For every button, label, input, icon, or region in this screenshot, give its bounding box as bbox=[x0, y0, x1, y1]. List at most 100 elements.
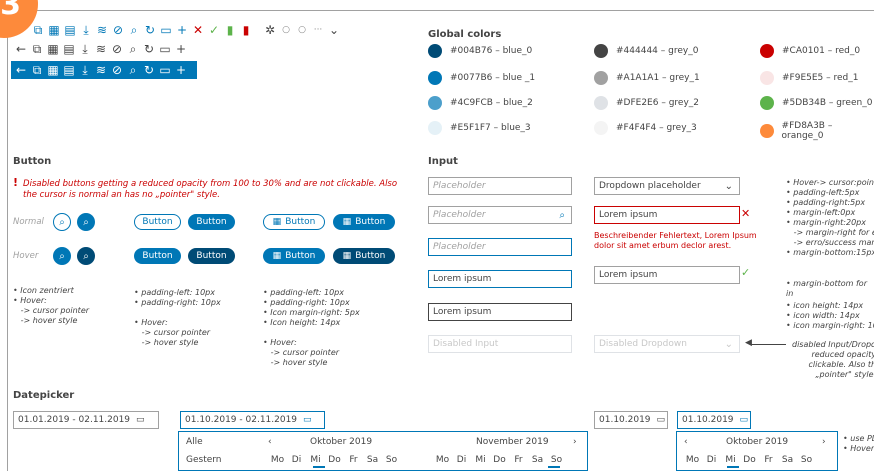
calendar-icon[interactable]: ▭ bbox=[136, 415, 145, 425]
calendar-icon[interactable]: ▭ bbox=[303, 415, 312, 425]
check-icon[interactable]: ✓ bbox=[206, 22, 222, 38]
refresh-icon[interactable]: ↻ bbox=[141, 41, 157, 57]
grid-icon[interactable]: ▦ bbox=[46, 22, 62, 38]
swatch-label: #A1A1A1 – grey_1 bbox=[616, 73, 700, 83]
search-input-placeholder[interactable]: Placeholder ⌕ bbox=[428, 206, 572, 224]
search-icon[interactable]: ⌕ bbox=[559, 210, 565, 221]
calendar-icon[interactable]: ▭ bbox=[157, 41, 173, 57]
note-line: -> cursor pointer bbox=[263, 348, 340, 357]
swatch-label: #5DB34B – green_0 bbox=[782, 98, 873, 108]
weekday-label: Di bbox=[456, 455, 467, 465]
preset-alle[interactable]: Alle bbox=[186, 437, 203, 447]
prev-month-icon-single[interactable]: ‹ bbox=[684, 437, 688, 447]
note-line: clickable. Also th bbox=[808, 360, 874, 369]
search-icon[interactable]: ⌕ bbox=[125, 62, 141, 78]
search-icon-button-outline[interactable]: ⌕ bbox=[53, 213, 71, 231]
error-text: Beschreibender Fehlertext, Lorem Ipsum do… bbox=[594, 231, 757, 250]
input-section-title: Input bbox=[428, 156, 458, 167]
radio-off-icon-2[interactable]: ○ bbox=[294, 22, 310, 38]
text-button-filled[interactable]: Button bbox=[188, 214, 235, 230]
refresh-icon[interactable]: ↻ bbox=[141, 62, 157, 78]
filter-icon[interactable]: ≋ bbox=[94, 22, 110, 38]
weekday-label: Di bbox=[291, 455, 302, 465]
grid-icon[interactable]: ▦ bbox=[45, 62, 61, 78]
text-button-outline[interactable]: Button bbox=[134, 214, 181, 230]
document-icon[interactable]: ▤ bbox=[61, 62, 77, 78]
input-placeholder[interactable]: Placeholder bbox=[428, 177, 572, 195]
close-icon[interactable]: ✕ bbox=[190, 22, 206, 38]
plus-icon[interactable]: + bbox=[173, 41, 189, 57]
calendar-icon[interactable]: ▭ bbox=[740, 415, 749, 425]
weekday-label: Mo bbox=[270, 455, 285, 465]
calendar-icon[interactable]: ▭ bbox=[657, 415, 666, 425]
weekday-label: So bbox=[385, 455, 398, 465]
input-success[interactable]: Lorem ipsum bbox=[594, 266, 740, 284]
filter-icon[interactable]: ≋ bbox=[93, 62, 109, 78]
copy-icon[interactable]: ⧉ bbox=[29, 41, 45, 57]
next-month-icon[interactable]: › bbox=[573, 437, 577, 447]
date-input[interactable]: 01.10.2019 ▭ bbox=[594, 411, 668, 429]
input-focused-value[interactable]: Lorem ipsum bbox=[428, 270, 572, 288]
search-icon-button-hover[interactable]: ⌕ bbox=[53, 247, 71, 265]
note-line: • Hover: bbox=[263, 338, 297, 347]
weekday-label: Fr bbox=[349, 455, 358, 465]
search-icon[interactable]: ⌕ bbox=[126, 22, 142, 38]
text-button-filled-hover[interactable]: Button bbox=[188, 248, 235, 264]
block-icon[interactable]: ⊘ bbox=[109, 62, 125, 78]
filter-icon[interactable]: ≋ bbox=[93, 41, 109, 57]
next-month-icon-single[interactable]: › bbox=[822, 437, 826, 447]
note-line: • use PL bbox=[843, 434, 874, 443]
plus-icon[interactable]: + bbox=[174, 22, 190, 38]
radio-off-icon[interactable]: ○ bbox=[278, 22, 294, 38]
download-icon[interactable]: ⤓ bbox=[77, 41, 93, 57]
note-line: • icon width: 14px bbox=[786, 311, 860, 320]
chevron-down-icon[interactable]: ⌄ bbox=[326, 22, 342, 38]
document-icon[interactable]: ▤ bbox=[62, 22, 78, 38]
text-button-outline-hover[interactable]: Button bbox=[134, 248, 181, 264]
calendar-icon[interactable]: ▭ bbox=[157, 62, 173, 78]
input-value[interactable]: Lorem ipsum bbox=[428, 303, 572, 321]
download-icon[interactable]: ⤓ bbox=[77, 62, 93, 78]
calendar-icon[interactable]: ▭ bbox=[158, 22, 174, 38]
search-icon[interactable]: ⌕ bbox=[125, 41, 141, 57]
search-icon-button-filled[interactable]: ⌕ bbox=[77, 213, 95, 231]
icon-text-button-outline-hover[interactable]: ▦ Button bbox=[263, 248, 325, 264]
dropdown-placeholder[interactable]: Dropdown placeholder ⌄ bbox=[594, 177, 740, 195]
datepicker-notes: • use PL • Hover- bbox=[843, 434, 874, 454]
note-line bbox=[134, 308, 221, 318]
search-icon-button-filled-hover[interactable]: ⌕ bbox=[77, 247, 95, 265]
daterange-input-open[interactable]: 01.10.2019 - 02.11.2019 ▭ bbox=[180, 411, 325, 429]
prev-month-icon[interactable]: ‹ bbox=[268, 437, 272, 447]
grid-icon: ▦ bbox=[272, 217, 282, 227]
copy-icon[interactable]: ⧉ bbox=[29, 62, 45, 78]
grid-icon[interactable]: ▦ bbox=[45, 41, 61, 57]
copy-icon[interactable]: ⧉ bbox=[30, 22, 46, 38]
gear-icon[interactable]: ✲ bbox=[262, 22, 278, 38]
refresh-icon[interactable]: ↻ bbox=[142, 22, 158, 38]
icon-text-button-filled[interactable]: ▦ Button bbox=[333, 214, 395, 230]
datepicker-section-title: Datepicker bbox=[13, 390, 75, 401]
preset-gestern[interactable]: Gestern bbox=[186, 455, 222, 465]
back-icon[interactable]: ← bbox=[13, 62, 29, 78]
block-icon[interactable]: ⊘ bbox=[110, 22, 126, 38]
back-icon[interactable]: ← bbox=[13, 41, 29, 57]
weekday-row-single: Mo Di Mi Do Fr Sa So bbox=[683, 455, 816, 465]
search-icon: ⌕ bbox=[59, 216, 65, 228]
swatch-dot bbox=[760, 96, 774, 110]
swatch-dot bbox=[760, 71, 774, 85]
note-line bbox=[263, 328, 360, 338]
note-line: • Icon zentriert bbox=[13, 286, 74, 295]
plus-icon[interactable]: + bbox=[173, 62, 189, 78]
input-focused-placeholder[interactable]: Placeholder bbox=[428, 238, 572, 256]
input-error[interactable]: Lorem ipsum bbox=[594, 206, 740, 224]
icon-text-button-filled-hover[interactable]: ▦ Button bbox=[333, 248, 395, 264]
daterange-input[interactable]: 01.01.2019 - 02.11.2019 ▭ bbox=[13, 411, 159, 429]
block-icon[interactable]: ⊘ bbox=[109, 41, 125, 57]
today-marker-single bbox=[727, 466, 739, 468]
date-input-open[interactable]: 01.10.2019 ▭ bbox=[677, 411, 751, 429]
document-icon[interactable]: ▤ bbox=[61, 41, 77, 57]
icon-text-button-outline[interactable]: ▦ Button bbox=[263, 214, 325, 230]
download-icon[interactable]: ⤓ bbox=[78, 22, 94, 38]
swatch-dot bbox=[428, 121, 442, 135]
more-icon[interactable]: ··· bbox=[310, 22, 326, 38]
